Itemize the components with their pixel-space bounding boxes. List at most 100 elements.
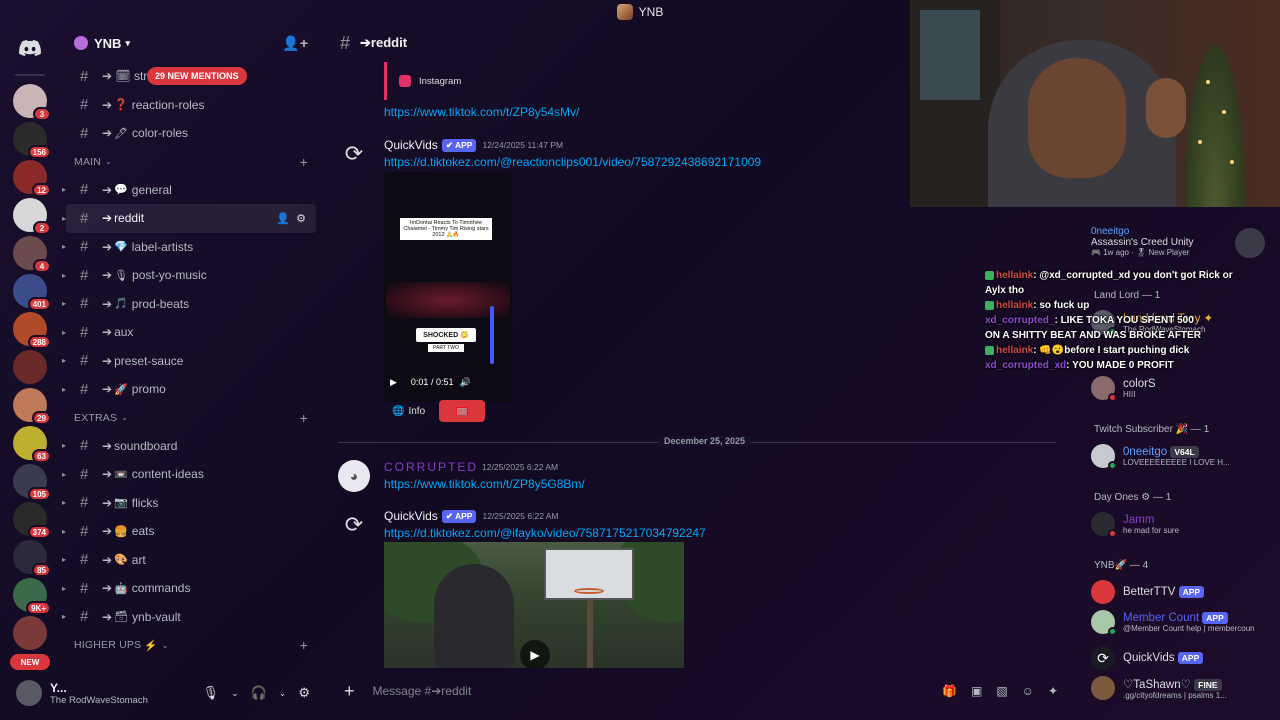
embed-provider[interactable]: Instagram — [419, 76, 461, 87]
channel-art[interactable]: ▸ # ➔ 🎨 art — [62, 546, 316, 575]
channel-emoji-icon: ❓ — [114, 99, 128, 112]
channel-aux[interactable]: ▸ # ➔ aux — [62, 318, 316, 347]
channel-content-ideas[interactable]: ▸ # ➔ 📼 content-ideas — [62, 460, 316, 489]
video-embed[interactable]: ImDontai Reacts To Timothée Chalamet - T… — [384, 172, 512, 402]
member-item[interactable]: 0neeitgo V64L LOVEEEEEEEEE I LOVE H... — [1091, 444, 1230, 470]
server-icon-14[interactable] — [13, 616, 47, 650]
server-icon-8[interactable]: 29 — [13, 388, 51, 425]
sticker-icon[interactable]: ▧ — [996, 684, 1007, 698]
status-dot — [1108, 393, 1117, 402]
server-icon-7[interactable] — [13, 350, 47, 384]
chevron-down-icon[interactable]: ⌄ — [279, 688, 287, 699]
unread-badge: 4 — [33, 259, 51, 273]
message-composer[interactable]: + Message #➔reddit 🎁 ▣ ▧ ☺ ✦ — [332, 675, 1070, 707]
apps-icon[interactable]: ✦ — [1048, 684, 1058, 698]
channel-preset-sauce[interactable]: ▸ # ➔ preset-sauce — [62, 347, 316, 376]
member-item[interactable]: Member Count APP @Member Count help | me… — [1091, 610, 1255, 636]
channel-eats[interactable]: ▸ # ➔ 🍔 eats — [62, 517, 316, 546]
member-item[interactable]: colorS HIII — [1091, 376, 1156, 402]
create-channel-icon[interactable]: + — [300, 410, 308, 426]
badge-icon — [985, 270, 994, 280]
server-icon-3[interactable]: 2 — [13, 198, 51, 235]
category-main[interactable]: MAIN ⌄ + — [60, 148, 322, 176]
video-part-text: PART TWO — [428, 344, 464, 352]
arrow-icon: ➔ — [102, 353, 113, 368]
category-extras[interactable]: EXTRAS ⌄ + — [60, 404, 322, 432]
message-link[interactable]: https://d.tiktokez.com/@ifayko/video/758… — [384, 526, 706, 540]
channel-prod-beats[interactable]: ▸ # ➔ 🎵 prod-beats — [62, 290, 316, 319]
gift-icon[interactable]: 🎁 — [942, 684, 957, 698]
create-channel-icon[interactable]: + — [300, 637, 308, 653]
channel-commands[interactable]: ▸ # ➔ 🤖 commands — [62, 574, 316, 603]
quickvids-avatar[interactable]: ⟳ — [338, 138, 370, 170]
video-volume-bar[interactable] — [490, 306, 494, 364]
member-top[interactable]: 0neeitgo Assassin's Creed Unity 🎮 1w ago… — [1091, 226, 1265, 258]
gear-icon[interactable]: ⚙ — [296, 212, 306, 225]
server-icon-5[interactable]: 401 — [13, 274, 51, 311]
app-badge-label: APP — [454, 139, 473, 150]
chevron-down-icon[interactable]: ⌄ — [231, 688, 239, 699]
author-name[interactable]: QuickVids — [384, 509, 438, 523]
member-item[interactable]: BetterTTV APP — [1091, 580, 1210, 604]
quickvids-avatar[interactable]: ⟳ — [338, 509, 370, 541]
member-item[interactable]: Jamm he mad for sure — [1091, 512, 1179, 538]
info-button[interactable]: 🌐 Info — [392, 406, 425, 417]
new-mentions-pill[interactable]: 29 NEW MENTIONS — [147, 67, 247, 85]
avatar[interactable]: ◕ — [338, 460, 370, 492]
channel-post-yo-music[interactable]: ▸ # ➔ 🎙 post-yo-music — [62, 261, 316, 290]
game-avatar — [1235, 228, 1265, 258]
headphones-icon[interactable]: 🎧 — [251, 685, 267, 701]
server-icon-1[interactable]: 156 — [13, 122, 51, 159]
author-name[interactable]: QuickVids — [384, 138, 438, 152]
channel-label-artists[interactable]: ▸ # ➔ 💎 label-artists — [62, 233, 316, 262]
server-icon-13[interactable]: 9K+ — [13, 578, 51, 615]
play-icon[interactable]: ▶ — [520, 640, 550, 668]
channel-reddit[interactable]: ▸ # ➔ reddit 👤 ⚙ — [62, 204, 316, 233]
emoji-icon[interactable]: ☺ — [1022, 684, 1034, 698]
new-unreads-button[interactable]: NEW — [10, 654, 50, 670]
server-icon-6[interactable]: 288 — [13, 312, 51, 349]
channel-tools: 👤 ⚙ — [276, 212, 306, 225]
server-icon-2[interactable]: 12 — [13, 160, 51, 197]
channel-flicks[interactable]: ▸ # ➔ 📷 flicks — [62, 489, 316, 518]
message-link[interactable]: https://d.tiktokez.com/@reactionclips001… — [384, 155, 761, 169]
invite-icon[interactable]: 👤 — [276, 212, 290, 225]
gif-icon[interactable]: ▣ — [971, 684, 982, 698]
hash-icon: # — [80, 579, 89, 597]
create-channel-icon[interactable]: + — [300, 154, 308, 170]
author-name[interactable]: CORRUPTED — [384, 460, 478, 474]
expand-arrow-icon: ▸ — [62, 270, 67, 280]
channel-soundboard[interactable]: ▸ # ➔ soundboard — [62, 432, 316, 461]
channel-promo[interactable]: ▸ # ➔ 🚀 promo — [62, 375, 316, 404]
server-icon-0[interactable]: 3 — [13, 84, 51, 121]
discord-home-button[interactable] — [10, 28, 50, 68]
server-icon-4[interactable]: 4 — [13, 236, 51, 273]
member-item[interactable]: ♡TaShawn♡ FINE .gg/cityofdreams | psalms… — [1091, 676, 1228, 700]
server-icon-10[interactable]: 105 — [13, 464, 51, 501]
channel-color-roles[interactable]: # ➔ 🖊 color-roles — [66, 119, 316, 148]
microphone-icon[interactable]: 🎙 — [203, 685, 220, 701]
video-embed-basketball[interactable]: ▶ — [384, 542, 684, 668]
channel-general[interactable]: ▸ # ➔ 💬 general — [62, 176, 316, 205]
expand-arrow-icon: ▸ — [62, 526, 67, 536]
message-input[interactable]: Message #➔reddit — [373, 684, 472, 698]
category-higher-ups[interactable]: HIGHER UPS ⚡ ⌄ + — [60, 631, 322, 659]
server-icon-12[interactable]: 85 — [13, 540, 51, 577]
member-item[interactable]: ⟳ QuickVids APP — [1091, 646, 1209, 670]
channel-ynb-vault[interactable]: ▸ # ➔ 🗃 ynb-vault — [62, 603, 316, 632]
server-icon-11[interactable]: 374 — [13, 502, 51, 539]
arrow-icon: ➔ — [102, 182, 113, 197]
volume-icon[interactable]: 🔊 — [459, 377, 470, 388]
basketball-hoop-button[interactable]: 🥅 — [439, 400, 486, 422]
message-link[interactable]: https://www.tiktok.com/t/ZP8y5G8Bm/ — [384, 477, 585, 491]
server-header[interactable]: YNB ▾ 👤+ — [60, 24, 322, 62]
invite-people-icon[interactable]: 👤+ — [282, 35, 308, 52]
avatar[interactable] — [16, 680, 42, 706]
user-info[interactable]: Y... The RodWaveStomach — [50, 681, 148, 706]
gear-icon[interactable]: ⚙ — [298, 685, 310, 701]
channel-reaction-roles[interactable]: # ➔ ❓ reaction-roles — [66, 91, 316, 120]
server-icon-9[interactable]: 63 — [13, 426, 51, 463]
message-link[interactable]: https://www.tiktok.com/t/ZP8y54sMv/ — [384, 105, 579, 119]
attach-plus-icon[interactable]: + — [344, 681, 355, 702]
play-icon[interactable]: ▶ — [390, 377, 397, 388]
